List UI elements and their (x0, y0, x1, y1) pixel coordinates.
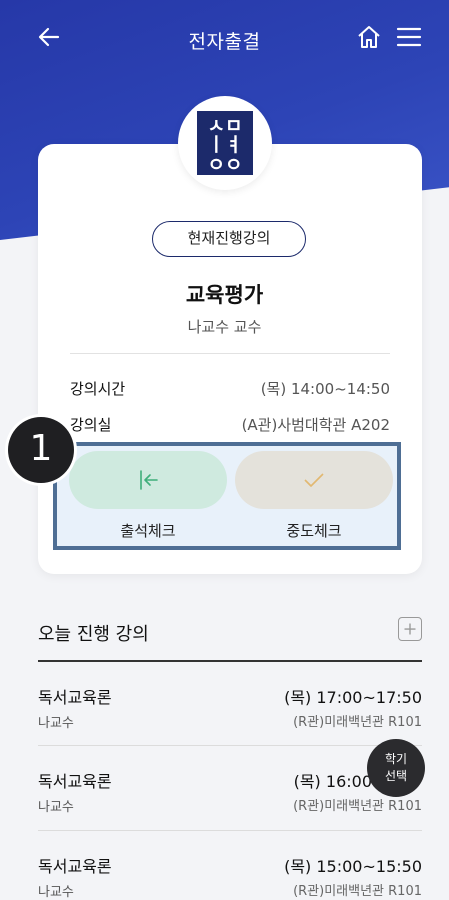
lecture-name: 독서교육론 (38, 688, 112, 707)
list-item[interactable]: 독서교육론 나교수 (목) 16:00 (R관)미래백년관 R101 (38, 746, 422, 828)
semester-select-button[interactable]: 학기 선택 (367, 739, 425, 797)
lecture-teacher: 나교수 (38, 716, 74, 731)
home-icon[interactable] (356, 24, 382, 50)
semester-select-line2: 선택 (384, 769, 408, 783)
list-item[interactable]: 독서교육론 나교수 (목) 15:00~15:50 (R관)미래백년관 R101 (38, 831, 422, 900)
hamburger-icon[interactable] (396, 25, 422, 49)
svg-text:ㅇㅇ: ㅇㅇ (208, 154, 243, 175)
list-item[interactable]: 독서교육론 나교수 (목) 17:00~17:50 (R관)미래백년관 R101 (38, 662, 422, 744)
lecture-time: (목) 17:00~17:50 (284, 688, 422, 707)
card-divider (70, 353, 390, 354)
midterm-check-label: 중도체크 (286, 522, 342, 540)
svg-text:ㅣㅕ: ㅣㅕ (208, 134, 243, 156)
lecture-room-value: (A관)사범대학관 A202 (241, 416, 390, 434)
top-bar: 전자출결 (0, 0, 449, 78)
semester-select-line1: 학기 (384, 752, 408, 766)
attendance-check-label: 출석체크 (120, 522, 176, 540)
university-logo: ㅅㅁ ㅣㅕ ㅇㅇ (178, 96, 272, 190)
midterm-check-button[interactable] (235, 451, 393, 509)
logo-mark-icon: ㅅㅁ ㅣㅕ ㅇㅇ (197, 111, 253, 175)
callout-number-badge: 1 (8, 417, 74, 483)
current-lecture-tag: 현재진행강의 (152, 221, 306, 257)
enter-icon (140, 470, 158, 490)
plus-icon[interactable] (398, 617, 422, 641)
checkmark-icon (304, 473, 324, 487)
lecture-time-value: (목) 14:00~14:50 (260, 380, 390, 398)
lecture-room: (R관)미래백년관 R101 (293, 884, 422, 899)
lecture-name: 독서교육론 (38, 772, 112, 791)
lecture-time: (목) 15:00~15:50 (284, 857, 422, 876)
lecture-room: (R관)미래백년관 R101 (293, 715, 422, 730)
attendance-check-button[interactable] (69, 451, 227, 509)
lecture-teacher: 나교수 (38, 800, 74, 815)
lecture-time-label: 강의시간 (70, 380, 126, 398)
professor-name: 나교수 교수 (187, 318, 262, 336)
lecture-name: 독서교육론 (38, 857, 112, 876)
lecture-room-label: 강의실 (70, 416, 112, 434)
lecture-room: (R관)미래백년관 R101 (293, 799, 422, 814)
today-lectures-title: 오늘 진행 강의 (38, 624, 149, 645)
lecture-teacher: 나교수 (38, 885, 74, 900)
course-title: 교육평가 (185, 283, 264, 307)
lecture-time: (목) 16:00 (293, 772, 372, 791)
